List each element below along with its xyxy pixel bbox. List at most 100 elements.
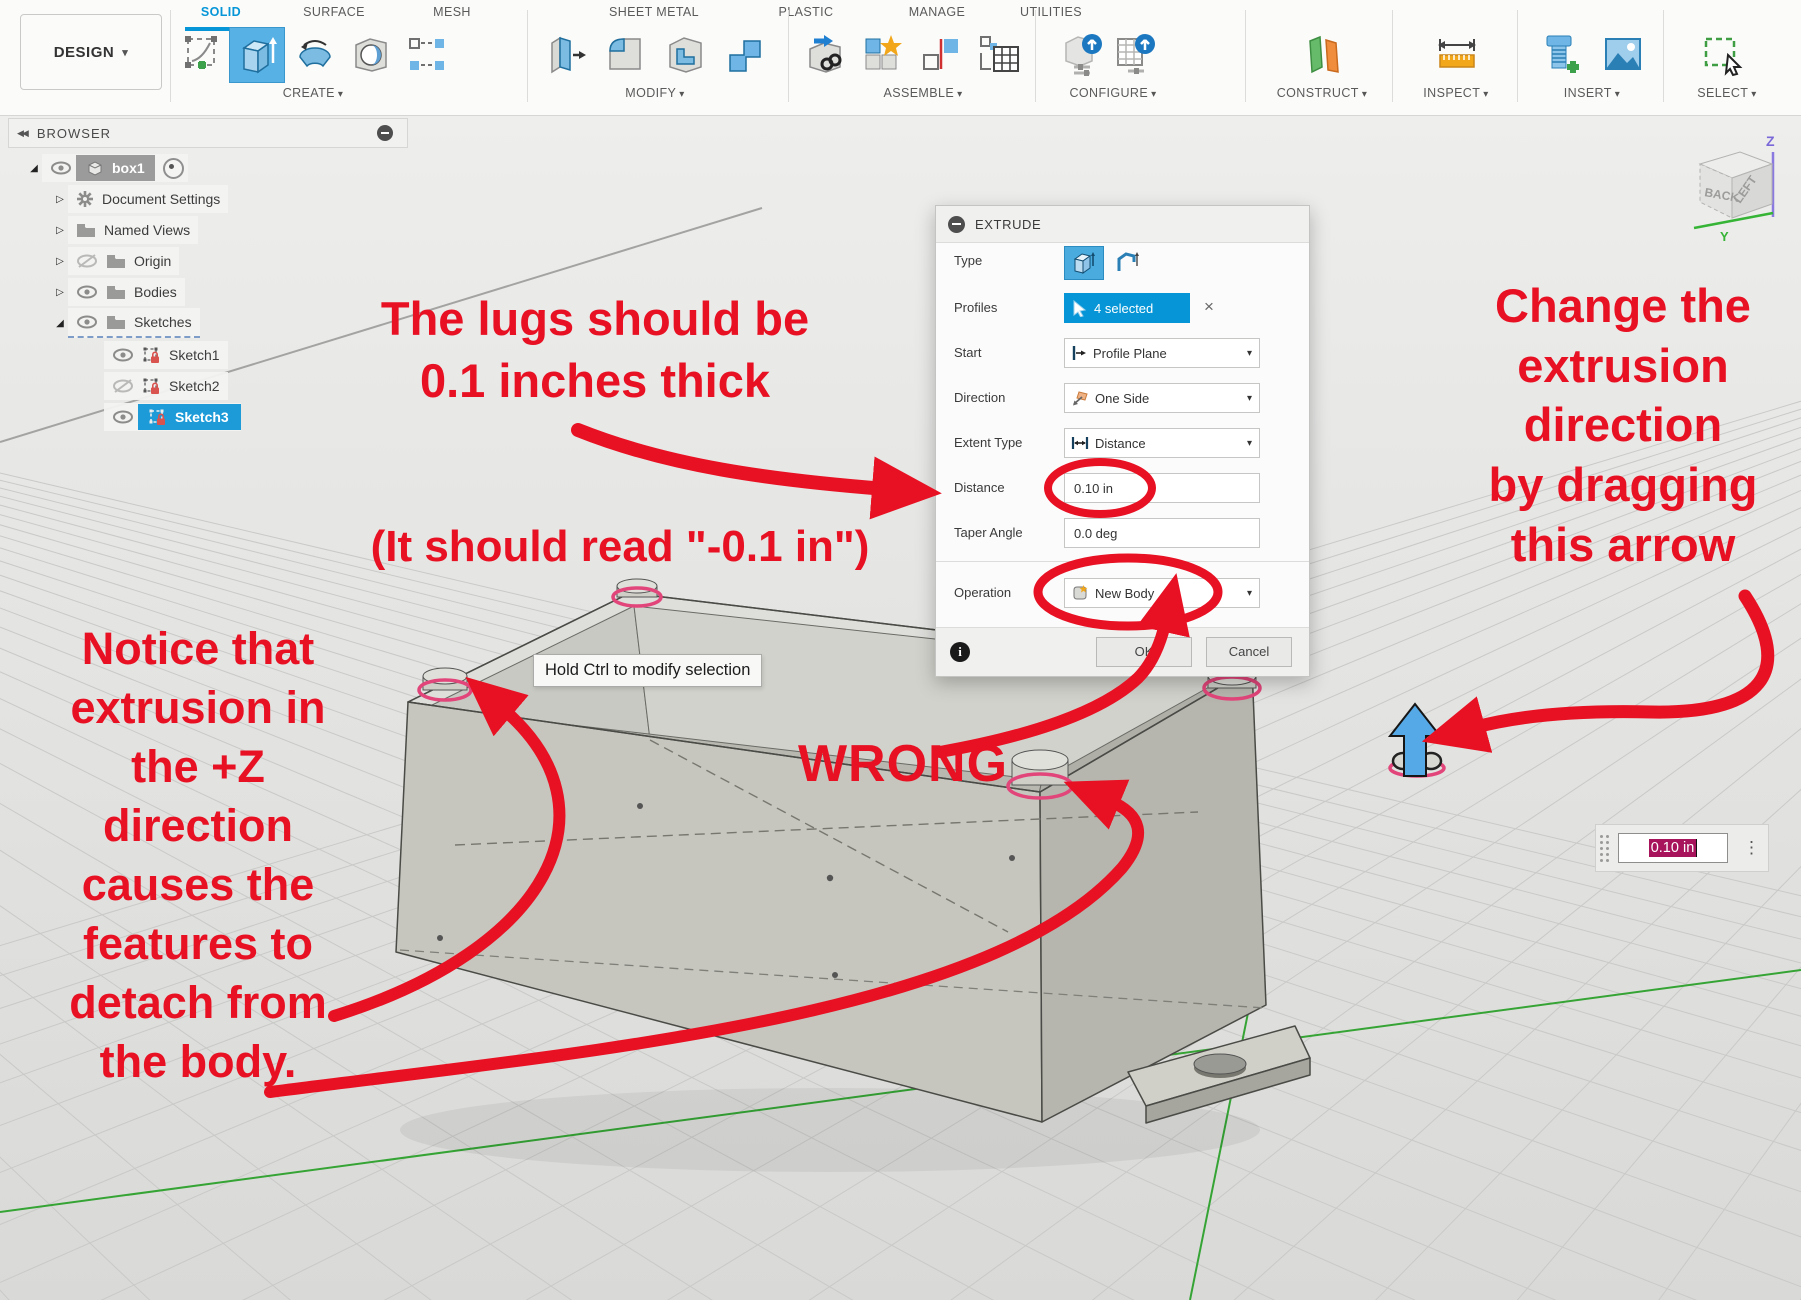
browser-header: ◀◀ BROWSER [8, 118, 408, 148]
tab-mesh[interactable]: MESH [412, 5, 492, 19]
cancel-button[interactable]: Cancel [1206, 637, 1292, 667]
tree-row-sketch1[interactable]: Sketch1 [104, 341, 228, 369]
collapse-panel-icon[interactable]: ◀◀ [17, 128, 27, 139]
annotation-change-direction: Change theextrusion directionby dragging… [1448, 276, 1798, 574]
divider [170, 10, 171, 102]
operation-dropdown[interactable]: New Body ▾ [1064, 578, 1260, 608]
bom-table-button[interactable] [976, 31, 1022, 77]
divider [527, 10, 528, 102]
folder-icon [106, 254, 126, 269]
kebab-menu-icon[interactable]: ⋮ [1743, 838, 1760, 858]
tab-solid[interactable]: SOLID [181, 5, 261, 19]
tree-row-sketch2[interactable]: Sketch2 [104, 372, 228, 400]
configure-group-label[interactable]: CONFIGURE▾ [1048, 86, 1178, 100]
combine-button[interactable] [722, 31, 768, 77]
sketch-locked-icon [148, 408, 167, 427]
create-sketch-button[interactable] [180, 31, 226, 77]
minimize-browser-icon[interactable] [377, 125, 393, 141]
visibility-off-eye-icon[interactable] [76, 254, 98, 268]
extrude-button-active[interactable] [229, 27, 285, 83]
chevron-down-icon: ▾ [1483, 89, 1488, 100]
revolve-button[interactable] [292, 31, 338, 77]
assemble-group-label[interactable]: ASSEMBLE▾ [858, 86, 988, 100]
drag-handle-icon[interactable] [1600, 835, 1612, 862]
new-component-button[interactable] [858, 31, 904, 77]
expand-open-icon[interactable]: ◢ [26, 163, 42, 174]
pattern-button[interactable] [404, 31, 450, 77]
divider [788, 10, 789, 102]
press-pull-button[interactable] [542, 31, 588, 77]
extent-type-dropdown[interactable]: Distance ▾ [1064, 428, 1260, 458]
tab-sheet-metal[interactable]: SHEET METAL [594, 5, 714, 19]
ok-button[interactable]: OK [1096, 637, 1192, 667]
insert-fastener-button[interactable] [1537, 31, 1583, 77]
tree-row-document-settings[interactable]: ▷ Document Settings [52, 185, 228, 213]
create-group-label[interactable]: CREATE▾ [248, 86, 378, 100]
construct-group-label[interactable]: CONSTRUCT▾ [1257, 86, 1387, 100]
tree-row-named-views[interactable]: ▷ Named Views [52, 216, 198, 244]
configure-table-button[interactable] [1112, 31, 1158, 77]
top-toolbar: DESIGN ▾ SOLID SURFACE MESH SHEET METAL … [0, 0, 1801, 116]
measure-button[interactable] [1434, 31, 1480, 77]
distance-dimension-input[interactable]: 0.10 in [1618, 833, 1728, 863]
activate-component-radio[interactable] [163, 158, 184, 179]
extrude-type-solid-button[interactable] [1064, 246, 1104, 280]
expand-closed-icon[interactable]: ▷ [52, 287, 68, 298]
hole-button[interactable] [348, 31, 394, 77]
insert-group-label[interactable]: INSERT▾ [1527, 86, 1657, 100]
expand-closed-icon[interactable]: ▷ [52, 194, 68, 205]
construct-plane-button[interactable] [1300, 31, 1346, 77]
direction-dropdown[interactable]: One Side ▾ [1064, 383, 1260, 413]
tab-manage[interactable]: MANAGE [897, 5, 977, 19]
insert-link-button[interactable] [800, 31, 846, 77]
y-axis-label: Y [1720, 229, 1729, 244]
clear-selection-icon[interactable]: × [1204, 297, 1214, 317]
visibility-off-eye-icon[interactable] [112, 379, 134, 393]
profile-plane-icon [1071, 344, 1087, 362]
modify-group-label[interactable]: MODIFY▾ [590, 86, 720, 100]
expand-closed-icon[interactable]: ▷ [52, 225, 68, 236]
collapse-dialog-icon[interactable] [948, 216, 965, 233]
extrude-type-thin-button[interactable] [1108, 246, 1148, 280]
visibility-eye-icon[interactable] [112, 410, 134, 424]
distance-input[interactable]: 0.10 in [1064, 473, 1260, 503]
visibility-eye-icon[interactable] [50, 161, 72, 175]
distance-extent-icon [1071, 435, 1089, 451]
annotation-wrong: WRONG [793, 730, 1013, 799]
select-tool-button[interactable] [1700, 31, 1746, 77]
taper-angle-input[interactable]: 0.0 deg [1064, 518, 1260, 548]
fusion360-window: Z Y BACK LEFT Hold Ctrl to modify select… [0, 0, 1801, 1300]
expand-open-icon[interactable]: ◢ [52, 318, 68, 329]
shell-button[interactable] [662, 31, 708, 77]
insert-image-button[interactable] [1600, 31, 1646, 77]
tree-row-sketches[interactable]: ◢ Sketches [52, 309, 200, 337]
expand-closed-icon[interactable]: ▷ [52, 256, 68, 267]
profiles-selected-chip[interactable]: 4 selected [1064, 293, 1190, 323]
tree-row-box1[interactable]: ◢ box1 [26, 154, 188, 182]
tab-utilities[interactable]: UTILITIES [1011, 5, 1091, 19]
joint-button[interactable] [918, 31, 964, 77]
tab-plastic[interactable]: PLASTIC [766, 5, 846, 19]
tree-row-sketch3-selected[interactable]: Sketch3 [104, 403, 241, 431]
info-icon[interactable]: i [950, 642, 970, 662]
extrude-dialog-header[interactable]: EXTRUDE [936, 206, 1309, 243]
visibility-eye-icon[interactable] [76, 315, 98, 329]
cursor-icon [1072, 300, 1087, 317]
chevron-down-icon: ▾ [122, 46, 128, 59]
tab-surface[interactable]: SURFACE [294, 5, 374, 19]
view-cube[interactable]: Z Y BACK LEFT [1680, 124, 1800, 244]
fillet-button[interactable] [602, 31, 648, 77]
visibility-eye-icon[interactable] [76, 285, 98, 299]
one-side-icon [1071, 389, 1089, 407]
configure-design-button[interactable] [1060, 31, 1106, 77]
design-workspace-dropdown[interactable]: DESIGN ▾ [20, 14, 162, 90]
tree-row-bodies[interactable]: ▷ Bodies [52, 278, 185, 306]
select-group-label[interactable]: SELECT▾ [1662, 86, 1792, 100]
design-label: DESIGN [54, 44, 115, 61]
component-box1[interactable]: box1 [76, 155, 155, 181]
visibility-eye-icon[interactable] [112, 348, 134, 362]
chevron-down-icon: ▾ [338, 89, 343, 100]
tree-row-origin[interactable]: ▷ Origin [52, 247, 179, 275]
start-dropdown[interactable]: Profile Plane ▾ [1064, 338, 1260, 368]
inspect-group-label[interactable]: INSPECT▾ [1391, 86, 1521, 100]
